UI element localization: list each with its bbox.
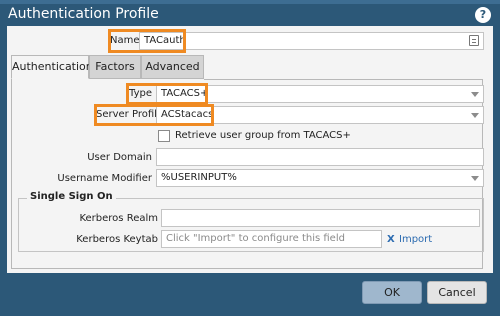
ok-button[interactable]: OK [362,281,422,304]
server-profile-highlight-overlay [94,104,214,126]
kerberos-realm-label: Kerberos Realm [79,213,158,224]
kerberos-keytab-placeholder: Click "Import" to configure this field [166,233,345,244]
tab-advanced[interactable]: Advanced [141,55,204,79]
user-domain-label: User Domain [87,152,152,163]
kerberos-keytab-field[interactable]: Click "Import" to configure this field [161,230,382,248]
help-icon[interactable]: ? [475,7,491,23]
username-modifier-label: Username Modifier [57,173,152,184]
username-modifier-value: %USERINPUT% [161,172,237,183]
user-domain-input[interactable] [156,148,484,166]
name-highlight-overlay [108,29,186,53]
top-edge [0,0,500,4]
chevron-down-icon[interactable] [467,86,483,102]
chevron-down-icon[interactable] [467,107,483,123]
chevron-down-icon[interactable] [467,170,483,186]
tab-factors[interactable]: Factors [89,55,141,79]
retrieve-group-label: Retrieve user group from TACACS+ [175,130,351,141]
cancel-button[interactable]: Cancel [427,281,487,304]
text-field-icon[interactable] [469,35,479,46]
type-highlight-overlay [126,83,208,105]
single-sign-on-legend: Single Sign On [27,191,116,202]
tab-authentication[interactable]: Authentication [11,55,93,79]
import-link[interactable]: Import [399,234,432,245]
kerberos-keytab-label: Kerberos Keytab [76,234,158,245]
retrieve-group-checkbox[interactable] [158,130,170,142]
name-input[interactable]: TACauth [139,32,484,50]
username-modifier-select[interactable]: %USERINPUT% [156,169,484,187]
dialog-title: Authentication Profile [8,6,159,22]
clear-icon[interactable]: X [387,234,395,245]
kerberos-realm-input[interactable] [161,209,480,227]
